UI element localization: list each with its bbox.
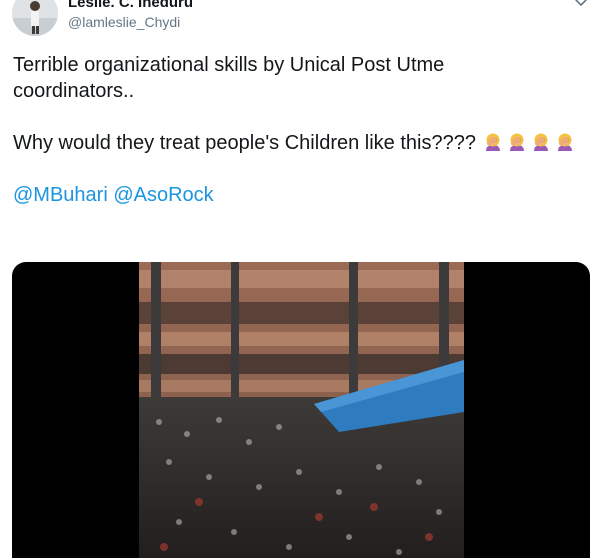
tweet-menu-button[interactable] <box>572 0 590 12</box>
chevron-down-icon <box>575 0 587 6</box>
emoji-row <box>482 132 578 154</box>
mentions: @MBuhari @AsoRock <box>13 182 588 208</box>
tweet-line: coordinators.. <box>13 80 135 102</box>
woman-facepalming-emoji <box>509 133 524 151</box>
woman-facepalming-emoji <box>557 133 572 151</box>
video-frame <box>139 262 464 558</box>
video-still <box>139 262 464 558</box>
tweet-question: Why would they treat people's Children l… <box>13 130 588 156</box>
mention-link[interactable]: @MBuhari <box>13 184 108 206</box>
woman-facepalming-emoji <box>485 133 500 151</box>
question-text: Why would they treat people's Children l… <box>13 132 476 154</box>
author-handle[interactable]: @lamleslie_Chydi <box>68 14 180 30</box>
woman-facepalming-emoji <box>533 133 548 151</box>
video-player[interactable] <box>12 262 590 558</box>
tweet-text: Terrible organizational skills by Unical… <box>13 52 588 208</box>
mention-link[interactable]: @AsoRock <box>113 184 213 206</box>
user-avatar-photo <box>12 0 58 36</box>
tweet-card: Leslie. C. Iheduru @lamleslie_Chydi Terr… <box>0 0 600 558</box>
author-name[interactable]: Leslie. C. Iheduru <box>68 0 193 11</box>
avatar[interactable] <box>12 0 58 36</box>
tweet-line: Terrible organizational skills by Unical… <box>13 54 445 76</box>
